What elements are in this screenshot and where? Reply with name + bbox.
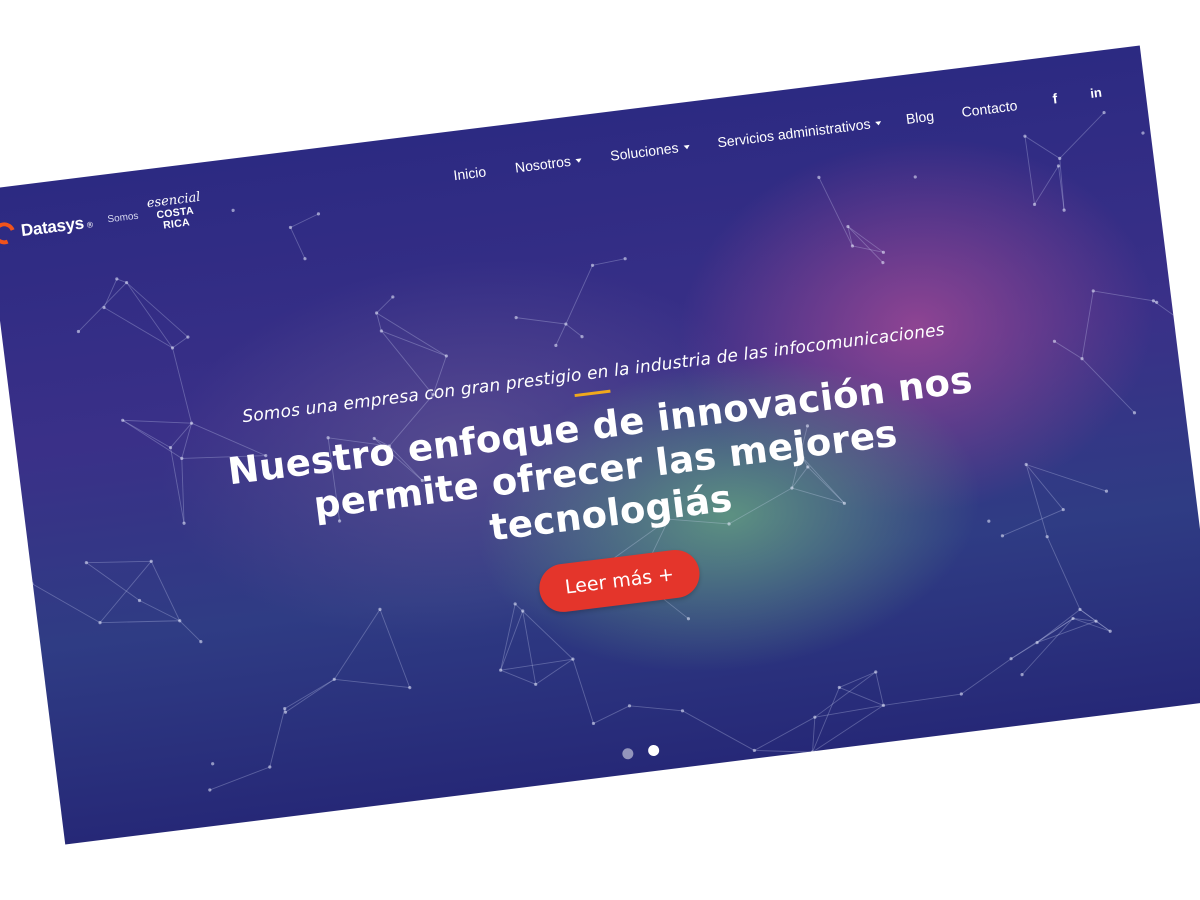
network-edge — [565, 265, 593, 325]
nav-item-inicio[interactable]: Inicio — [453, 163, 487, 183]
network-edge — [269, 708, 286, 768]
page: Datasys ® Somos esencial COSTA RICA Inic… — [0, 0, 1200, 900]
network-edge — [516, 317, 566, 325]
tagline-underline — [573, 389, 611, 398]
network-edge — [565, 323, 583, 337]
chevron-down-icon — [683, 145, 690, 151]
network-edge — [1024, 136, 1035, 205]
network-node — [623, 257, 627, 261]
nav-item-label: Inicio — [452, 163, 487, 184]
network-edge — [126, 282, 189, 338]
network-node — [591, 721, 596, 726]
nav-item-blog[interactable]: Blog — [905, 108, 935, 127]
chevron-down-icon — [575, 158, 582, 164]
network-edge — [961, 658, 1012, 695]
network-node — [288, 225, 293, 230]
network-node — [303, 257, 307, 261]
network-node — [627, 704, 632, 708]
network-node — [211, 762, 215, 766]
network-edge — [103, 278, 118, 308]
network-edge — [103, 307, 173, 349]
nav-item-label: Blog — [905, 107, 935, 127]
network-edge — [1034, 165, 1059, 205]
network-edge — [593, 705, 630, 724]
network-edge — [376, 312, 447, 357]
network-node — [514, 316, 518, 320]
network-edge — [285, 678, 335, 713]
network-node — [115, 277, 119, 281]
network-edge — [290, 227, 306, 259]
network-node — [1091, 289, 1095, 293]
network-edge — [535, 658, 574, 685]
network-edge — [1036, 609, 1081, 643]
network-edge — [334, 678, 410, 689]
network-node — [850, 244, 855, 248]
network-node — [817, 175, 821, 179]
network-edge — [500, 658, 573, 671]
network-edge — [629, 705, 683, 712]
network-node — [837, 685, 841, 690]
network-edge — [172, 336, 189, 349]
network-node — [913, 175, 917, 179]
network-edge — [284, 678, 335, 710]
network-node — [408, 686, 412, 690]
network-edge — [818, 177, 853, 247]
slider-dot-2[interactable] — [647, 744, 660, 757]
facebook-icon[interactable]: f — [1052, 90, 1059, 106]
network-edge — [555, 323, 567, 346]
network-edge — [1036, 620, 1097, 644]
network-node — [680, 709, 685, 713]
network-edge — [1024, 135, 1060, 159]
slider-dot-1[interactable] — [621, 747, 634, 760]
network-node — [590, 263, 595, 267]
chevron-down-icon — [875, 121, 882, 127]
network-node — [1062, 208, 1066, 212]
network-node — [554, 343, 558, 348]
network-edge — [172, 347, 193, 424]
network-node — [499, 668, 503, 672]
network-edge — [875, 671, 884, 706]
network-node — [208, 788, 212, 792]
network-edge — [376, 296, 394, 314]
network-node — [268, 765, 272, 769]
network-edge — [592, 258, 626, 266]
network-edge — [209, 766, 270, 791]
network-edge — [1021, 618, 1074, 675]
linkedin-icon[interactable]: in — [1089, 85, 1102, 101]
hero-screen: Datasys ® Somos esencial COSTA RICA Inic… — [0, 45, 1200, 845]
network-edge — [572, 658, 594, 724]
network-node — [752, 748, 756, 753]
network-node — [1141, 131, 1145, 135]
network-edge — [814, 671, 877, 718]
